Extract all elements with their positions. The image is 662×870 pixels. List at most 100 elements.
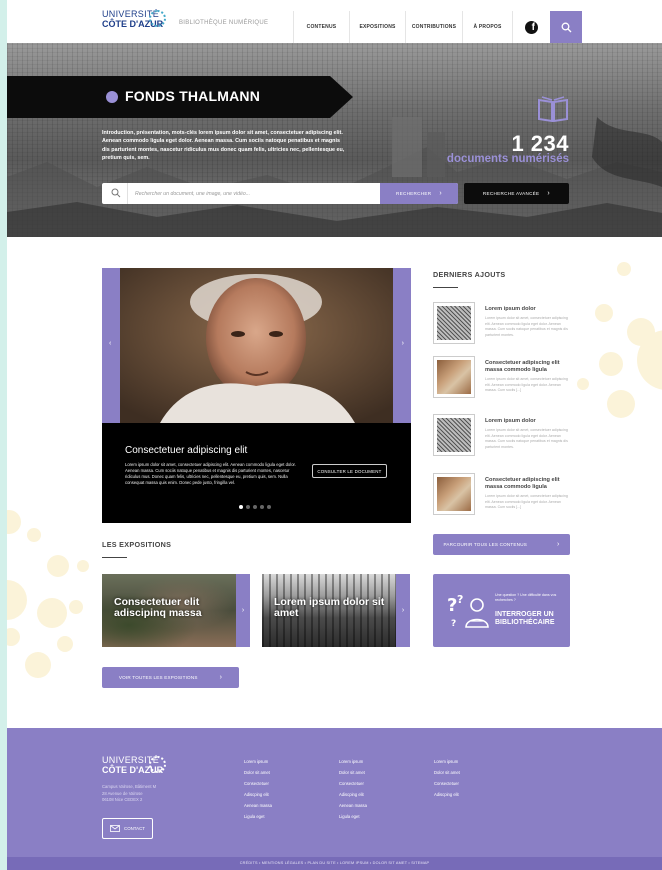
list-item[interactable]: Lorem ipsum dolor Lorem ipsum dolor sit … (433, 414, 573, 462)
chevron-right-icon: › (547, 190, 551, 197)
carousel-image[interactable] (120, 268, 393, 423)
featured-carousel: ‹ › Consectetuer adipiscing elit Lorem i… (102, 268, 411, 523)
search-bar: RECHERCHER › (102, 183, 458, 204)
footer-link[interactable]: Adiscping elit (244, 789, 272, 800)
nav-a-propos[interactable]: À PROPOS (462, 11, 512, 43)
footer-link[interactable]: Lorem ipsum (339, 756, 367, 767)
mail-icon (110, 825, 120, 832)
footer-link[interactable]: Ligula eget (339, 811, 367, 822)
footer-link[interactable]: Consectetuer (244, 778, 272, 789)
deco-circle (7, 628, 20, 646)
facebook-link[interactable]: f (512, 11, 550, 43)
footer-link[interactable]: Dolor sit amet (244, 767, 272, 778)
footer-column-1: Lorem ipsum Dolor sit amet Consectetuer … (244, 756, 272, 822)
footer-link[interactable]: Dolor sit amet (339, 767, 367, 778)
header-search-button[interactable] (550, 11, 582, 43)
exposition-card[interactable]: › Lorem ipsum dolor sit amet (262, 574, 410, 647)
pagination-dot[interactable] (239, 505, 243, 509)
pagination-dot[interactable] (246, 505, 250, 509)
document-count-label: documents numérisés (446, 153, 569, 165)
deco-circle (27, 528, 41, 542)
heading-underline (102, 557, 127, 558)
ask-label: INTERROGER UN BIBLIOTHÉCAIRE (495, 611, 555, 626)
footer-link[interactable]: Consectetuer (339, 778, 367, 789)
nav-contributions[interactable]: CONTRIBUTIONS (405, 11, 462, 43)
item-thumbnail (433, 302, 475, 344)
chevron-right-icon[interactable]: › (402, 340, 404, 347)
footer-link[interactable]: Adiscping elit (339, 789, 367, 800)
advanced-search-button[interactable]: RECHERCHE AVANCÉE › (464, 183, 569, 204)
site-name: BIBLIOTHÈQUE NUMÉRIQUE (179, 20, 269, 26)
footer-bottom-links[interactable]: CRÉDITS • MENTIONS LÉGALES • PLAN DU SIT… (7, 861, 662, 865)
recent-heading: DERNIERS AJOUTS (433, 270, 506, 279)
footer-link[interactable]: Aenean massa (339, 800, 367, 811)
ask-librarian-card[interactable]: ? ? ? Une question ? Une difficulté dans… (433, 574, 570, 647)
open-book-icon (538, 96, 568, 122)
item-title: Lorem ipsum dolor (485, 418, 536, 424)
logo-dots-icon (149, 10, 166, 27)
item-title: Lorem ipsum dolor (485, 306, 536, 312)
search-input[interactable] (135, 187, 375, 200)
pagination-dot[interactable] (267, 505, 271, 509)
svg-text:?: ? (457, 593, 463, 606)
footer-link[interactable]: Aenean massa (244, 800, 272, 811)
pagination-dot[interactable] (260, 505, 264, 509)
search-button[interactable]: RECHERCHER › (380, 183, 458, 204)
footer-bottom-bar: CRÉDITS • MENTIONS LÉGALES • PLAN DU SIT… (7, 857, 662, 870)
deco-circle (57, 636, 73, 652)
deco-circle (7, 580, 27, 620)
nav-expositions[interactable]: EXPOSITIONS (349, 11, 405, 43)
item-title: Consectetuer adipiscing elit massa commo… (485, 360, 560, 373)
search-divider (127, 183, 128, 204)
deco-circle (7, 510, 21, 534)
list-item[interactable]: Consectetuer adipiscing elit massa commo… (433, 356, 573, 404)
exposition-title: Lorem ipsum dolor sit amet (274, 596, 385, 619)
nav-contenus[interactable]: CONTENUS (293, 11, 349, 43)
deco-circle (47, 555, 69, 577)
librarian-question-icon: ? ? ? (447, 593, 489, 629)
exposition-title: Consectetuer elit adiscipinq massa (114, 596, 202, 619)
footer-link[interactable]: Consectetuer (434, 778, 460, 789)
svg-text:?: ? (447, 595, 457, 616)
chevron-right-icon: › (219, 674, 223, 681)
footer-link[interactable]: Dolor sit amet (434, 767, 460, 778)
browse-all-label: PARCOURIR TOUS LES CONTENUS (443, 542, 527, 547)
main-nav: CONTENUS EXPOSITIONS CONTRIBUTIONS À PRO… (293, 11, 582, 43)
footer-logo[interactable]: UNIVERSITÉ CÔTE D'AZUR (102, 755, 166, 775)
list-item[interactable]: Lorem ipsum dolor Lorem ipsum dolor sit … (433, 302, 573, 350)
site-header: UNIVERSITÉ CÔTE D'AZUR BIBLIOTHÈQUE NUMÉ… (7, 0, 662, 43)
address-line: Campus Valrose, Bâtiment M (102, 784, 157, 789)
search-icon (111, 188, 121, 198)
footer-link[interactable]: Adiscping elit (434, 789, 460, 800)
contact-label: CONTACT (124, 826, 145, 831)
item-thumbnail (433, 473, 475, 515)
collection-intro: Introduction, présentation, mots-clés lo… (102, 130, 345, 161)
carousel-description: Lorem ipsum dolor sit amet, consectetuer… (125, 462, 296, 485)
contact-button[interactable]: CONTACT (102, 818, 153, 839)
footer-link[interactable]: Lorem ipsum (244, 756, 272, 767)
hero: FONDS THALMANN Introduction, présentatio… (7, 43, 662, 237)
university-logo[interactable]: UNIVERSITÉ CÔTE D'AZUR (102, 9, 168, 35)
browse-all-button[interactable]: PARCOURIR TOUS LES CONTENUS › (433, 534, 570, 555)
carousel-pagination (239, 505, 271, 509)
footer-link[interactable]: Ligula eget (244, 811, 272, 822)
search-button-label: RECHERCHER (395, 191, 432, 196)
all-expositions-button[interactable]: VOIR TOUTES LES EXPOSITIONS › (102, 667, 239, 688)
consult-document-button[interactable]: CONSULTER LE DOCUMENT (312, 464, 387, 478)
title-dot-icon (106, 91, 118, 103)
deco-circle (617, 262, 631, 276)
search-icon (561, 22, 571, 32)
deco-circle (577, 378, 589, 390)
item-thumbnail (433, 414, 475, 456)
site-footer: UNIVERSITÉ CÔTE D'AZUR Campus Valrose, B… (7, 728, 662, 857)
deco-circle (69, 600, 83, 614)
deco-circle (599, 352, 623, 376)
chevron-right-icon: › (439, 190, 443, 197)
pagination-dot[interactable] (253, 505, 257, 509)
chevron-right-icon: › (556, 541, 560, 548)
deco-circle (25, 652, 51, 678)
exposition-card[interactable]: › Consectetuer elit adiscipinq massa (102, 574, 250, 647)
list-item[interactable]: Consectetuer adipiscing elit massa commo… (433, 473, 573, 521)
chevron-left-icon[interactable]: ‹ (109, 340, 111, 347)
footer-link[interactable]: Lorem ipsum (434, 756, 460, 767)
